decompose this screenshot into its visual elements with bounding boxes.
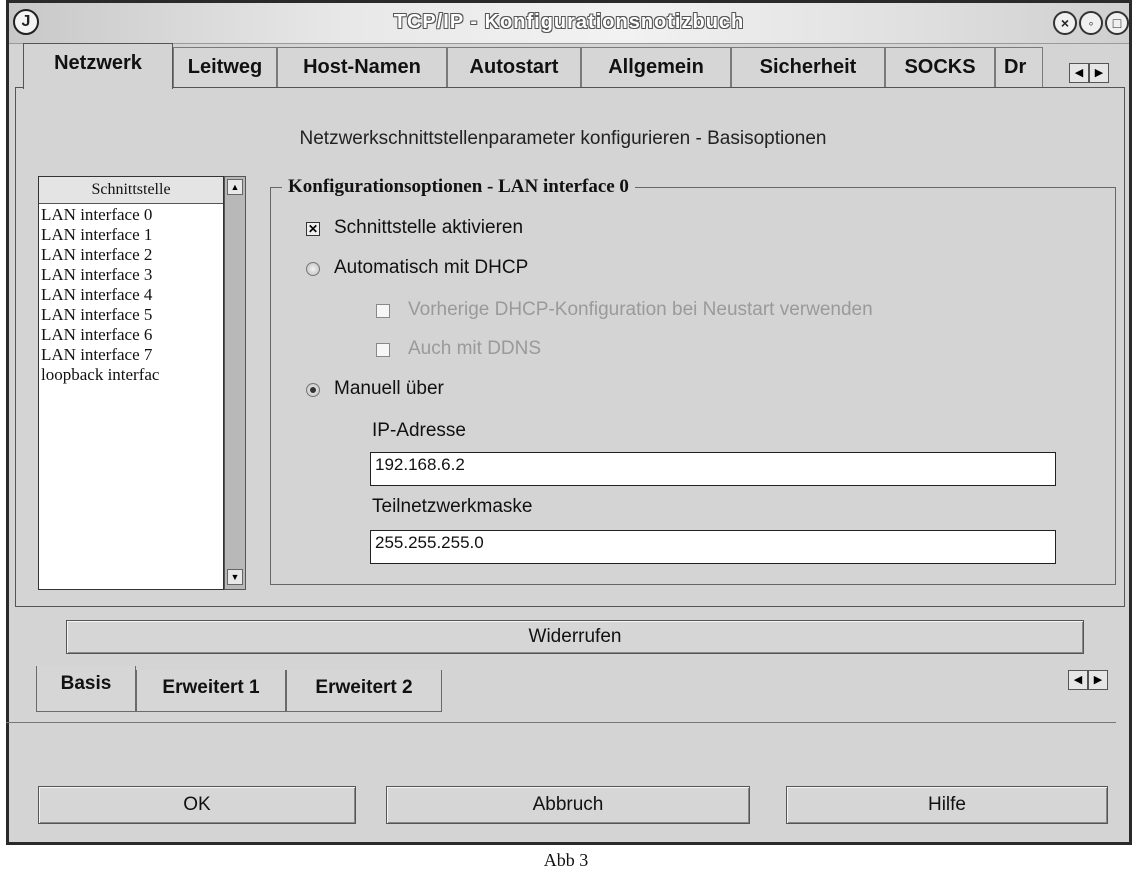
subnet-mask-label: Teilnetzwerkmaske: [372, 496, 533, 517]
undo-button[interactable]: Widerrufen: [66, 620, 1084, 654]
ok-button[interactable]: OK: [38, 786, 356, 824]
scroll-up-icon[interactable]: ▲: [227, 179, 243, 195]
enable-interface-checkbox[interactable]: ✕: [306, 222, 320, 236]
page-subtitle: Netzwerkschnittstellenparameter konfigur…: [299, 128, 827, 149]
list-item[interactable]: LAN interface 0: [41, 205, 221, 225]
ip-address-input[interactable]: 192.168.6.2: [370, 452, 1056, 486]
divider: [6, 722, 1116, 723]
ip-address-label: IP-Adresse: [372, 420, 466, 441]
config-group-title: Konfigurationsoptionen - LAN interface 0: [282, 176, 635, 198]
list-item[interactable]: LAN interface 7: [41, 345, 221, 365]
list-item[interactable]: LAN interface 4: [41, 285, 221, 305]
dhcp-label: Automatisch mit DHCP: [334, 257, 529, 278]
cancel-button[interactable]: Abbruch: [386, 786, 750, 824]
tab-scroll-left-icon[interactable]: ◀: [1069, 63, 1089, 83]
manual-radio[interactable]: [306, 383, 320, 397]
figure-caption: Abb 3: [543, 850, 589, 870]
list-scrollbar[interactable]: ▲ ▼: [224, 176, 246, 590]
tab-host-namen[interactable]: Host-Namen: [277, 47, 447, 87]
tab-autostart[interactable]: Autostart: [447, 47, 581, 87]
dhcp-previous-config-label: Vorherige DHCP-Konfiguration bei Neustar…: [408, 299, 873, 320]
tab-socks[interactable]: SOCKS: [885, 47, 995, 87]
dhcp-radio[interactable]: [306, 262, 320, 276]
list-item[interactable]: loopback interfac: [41, 365, 221, 385]
list-item[interactable]: LAN interface 1: [41, 225, 221, 245]
subnet-mask-input[interactable]: 255.255.255.0: [370, 530, 1056, 564]
bottom-tab-scroll-right-icon[interactable]: ▶: [1088, 670, 1108, 690]
tab-erweitert-2[interactable]: Erweitert 2: [286, 670, 442, 712]
list-item[interactable]: LAN interface 2: [41, 245, 221, 265]
ddns-checkbox[interactable]: [376, 343, 390, 357]
dhcp-previous-config-checkbox[interactable]: [376, 304, 390, 318]
tab-basis[interactable]: Basis: [36, 666, 136, 712]
maximize-icon[interactable]: □: [1105, 11, 1129, 35]
enable-interface-label: Schnittstelle aktivieren: [334, 217, 524, 238]
tab-sicherheit[interactable]: Sicherheit: [731, 47, 885, 87]
ddns-label: Auch mit DDNS: [408, 338, 542, 359]
window-title: TCP/IP - Konfigurationsnotizbuch: [393, 11, 745, 33]
title-bar[interactable]: J TCP/IP - Konfigurationsnotizbuch × ◦ □: [9, 3, 1129, 44]
manual-label: Manuell über: [334, 378, 444, 399]
bottom-tab-scroll-left-icon[interactable]: ◀: [1068, 670, 1088, 690]
list-item[interactable]: LAN interface 6: [41, 325, 221, 345]
minimize-icon[interactable]: ◦: [1079, 11, 1103, 35]
tab-netzwerk[interactable]: Netzwerk: [23, 43, 173, 89]
tab-leitweg[interactable]: Leitweg: [173, 47, 277, 87]
tab-allgemein[interactable]: Allgemein: [581, 47, 731, 87]
tab-scroll-right-icon[interactable]: ▶: [1089, 63, 1109, 83]
list-item[interactable]: LAN interface 3: [41, 265, 221, 285]
list-item[interactable]: LAN interface 5: [41, 305, 221, 325]
tab-dr[interactable]: Dr: [995, 47, 1043, 87]
tab-erweitert-1[interactable]: Erweitert 1: [136, 670, 286, 712]
help-button[interactable]: Hilfe: [786, 786, 1108, 824]
close-icon[interactable]: ×: [1053, 11, 1077, 35]
interface-list[interactable]: Schnittstelle LAN interface 0 LAN interf…: [38, 176, 224, 590]
scroll-down-icon[interactable]: ▼: [227, 569, 243, 585]
list-header[interactable]: Schnittstelle: [39, 177, 223, 204]
